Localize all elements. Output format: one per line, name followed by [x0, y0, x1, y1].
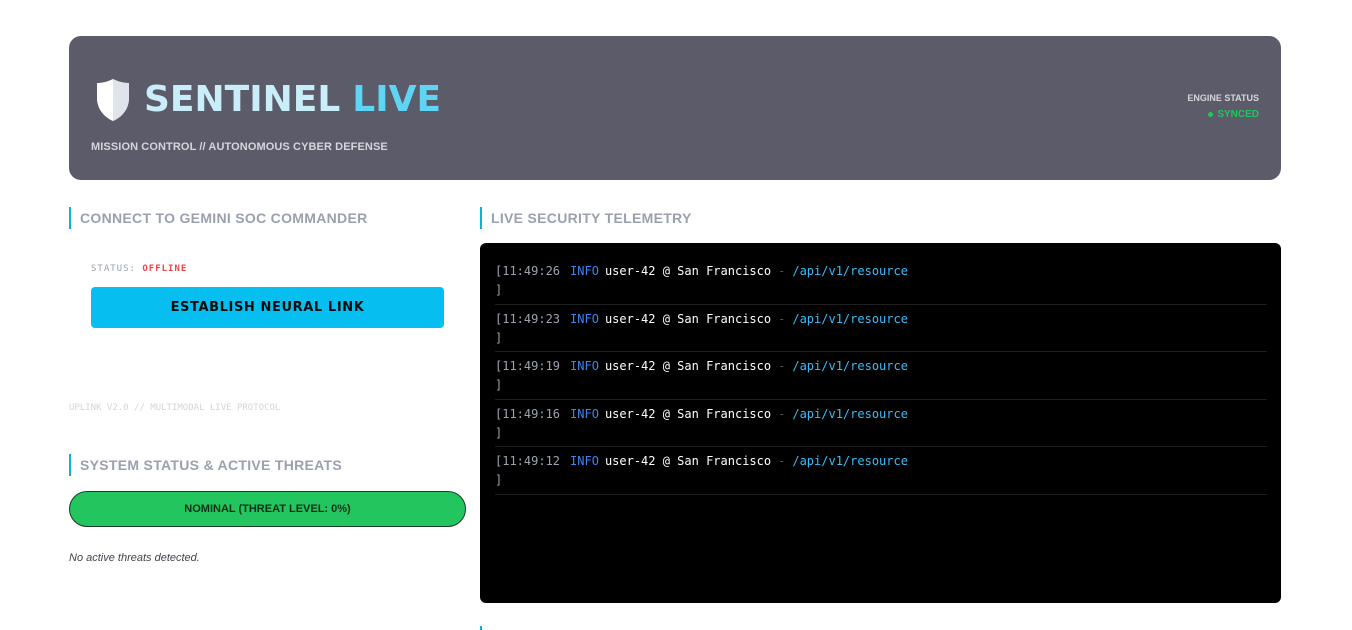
log-close-bracket: ]	[495, 378, 503, 392]
log-separator: -	[778, 454, 786, 468]
log-separator: -	[778, 264, 786, 278]
app-title: SENTINEL LIVE	[144, 78, 441, 122]
telemetry-log-panel[interactable]: [11:49:26 INFO user-42 @ San Francisco -/ap…	[480, 243, 1281, 603]
log-close-bracket: ]	[495, 283, 503, 297]
log-separator: -	[778, 406, 786, 421]
log-close-bracket: ]	[495, 330, 503, 345]
log-separator: -	[778, 359, 786, 373]
app-title-part2: LIVE	[352, 79, 442, 120]
log-user: user-42 @ San Francisco	[604, 359, 772, 373]
brand: SENTINEL LIVE	[96, 78, 441, 122]
log-level: INFO	[570, 264, 599, 278]
system-status-section-title: SYSTEM STATUS & ACTIVE THREATS	[69, 454, 342, 476]
connection-status: STATUS: OFFLINE	[91, 264, 187, 274]
active-threats-text: No active threats detected.	[69, 552, 200, 564]
engine-status-label: ENGINE STATUS	[1187, 93, 1259, 103]
uplink-protocol-label: UPLINK V2.0 // MULTIMODAL LIVE PROTOCOL	[69, 403, 281, 413]
log-row: [11:49:26 INFO user-42 @ San Francisco -/ap…	[495, 257, 1267, 305]
connect-section-title: CONNECT TO GEMINI SOC COMMANDER	[69, 207, 368, 229]
log-level: INFO	[570, 359, 599, 373]
log-separator: -	[778, 311, 786, 326]
log-timestamp: [11:49:26	[495, 264, 561, 278]
connection-status-value: OFFLINE	[142, 264, 188, 274]
log-path: /api/v1/resource	[792, 264, 908, 278]
log-level: INFO	[570, 311, 599, 326]
status-dot-icon	[1208, 112, 1214, 117]
next-section-accent	[480, 626, 482, 630]
log-row: [11:49:23 INFO user-42 @ San Francisco -/ap…	[495, 305, 1267, 352]
log-row: [11:49:12 INFO user-42 @ San Francisco -/ap…	[495, 447, 1267, 495]
log-path: /api/v1/resource	[792, 359, 908, 373]
app-title-part1: SENTINEL	[144, 79, 341, 120]
log-level: INFO	[570, 454, 599, 468]
log-user: user-42 @ San Francisco	[604, 406, 772, 421]
connection-status-label: STATUS:	[91, 264, 136, 274]
log-path: /api/v1/resource	[792, 406, 908, 421]
log-close-bracket: ]	[495, 425, 503, 440]
log-user: user-42 @ San Francisco	[604, 264, 772, 278]
log-close-bracket: ]	[495, 473, 503, 487]
log-user: user-42 @ San Francisco	[604, 311, 772, 326]
shield-icon	[97, 79, 129, 121]
engine-status-text: SYNCED	[1217, 109, 1259, 120]
app-header: SENTINEL LIVE MISSION CONTROL // AUTONOM…	[69, 36, 1281, 180]
establish-link-button[interactable]: ESTABLISH NEURAL LINK	[91, 287, 444, 328]
log-row: [11:49:16 INFO user-42 @ San Francisco -/ap…	[495, 400, 1267, 447]
log-user: user-42 @ San Francisco	[604, 454, 772, 468]
tagline: MISSION CONTROL // AUTONOMOUS CYBER DEFE…	[91, 141, 388, 153]
log-path: /api/v1/resource	[792, 311, 908, 326]
log-timestamp: [11:49:23	[495, 311, 561, 326]
engine-status-value: SYNCED	[1187, 109, 1259, 120]
log-timestamp: [11:49:16	[495, 406, 561, 421]
log-row: [11:49:19 INFO user-42 @ San Francisco -/ap…	[495, 352, 1267, 400]
log-path: /api/v1/resource	[792, 454, 908, 468]
log-level: INFO	[570, 406, 599, 421]
telemetry-section-title: LIVE SECURITY TELEMETRY	[480, 207, 692, 229]
log-timestamp: [11:49:12	[495, 454, 561, 468]
engine-status: ENGINE STATUS SYNCED	[1187, 93, 1259, 120]
log-timestamp: [11:49:19	[495, 359, 561, 373]
threat-level-badge: NOMINAL (THREAT LEVEL: 0%)	[69, 491, 466, 527]
